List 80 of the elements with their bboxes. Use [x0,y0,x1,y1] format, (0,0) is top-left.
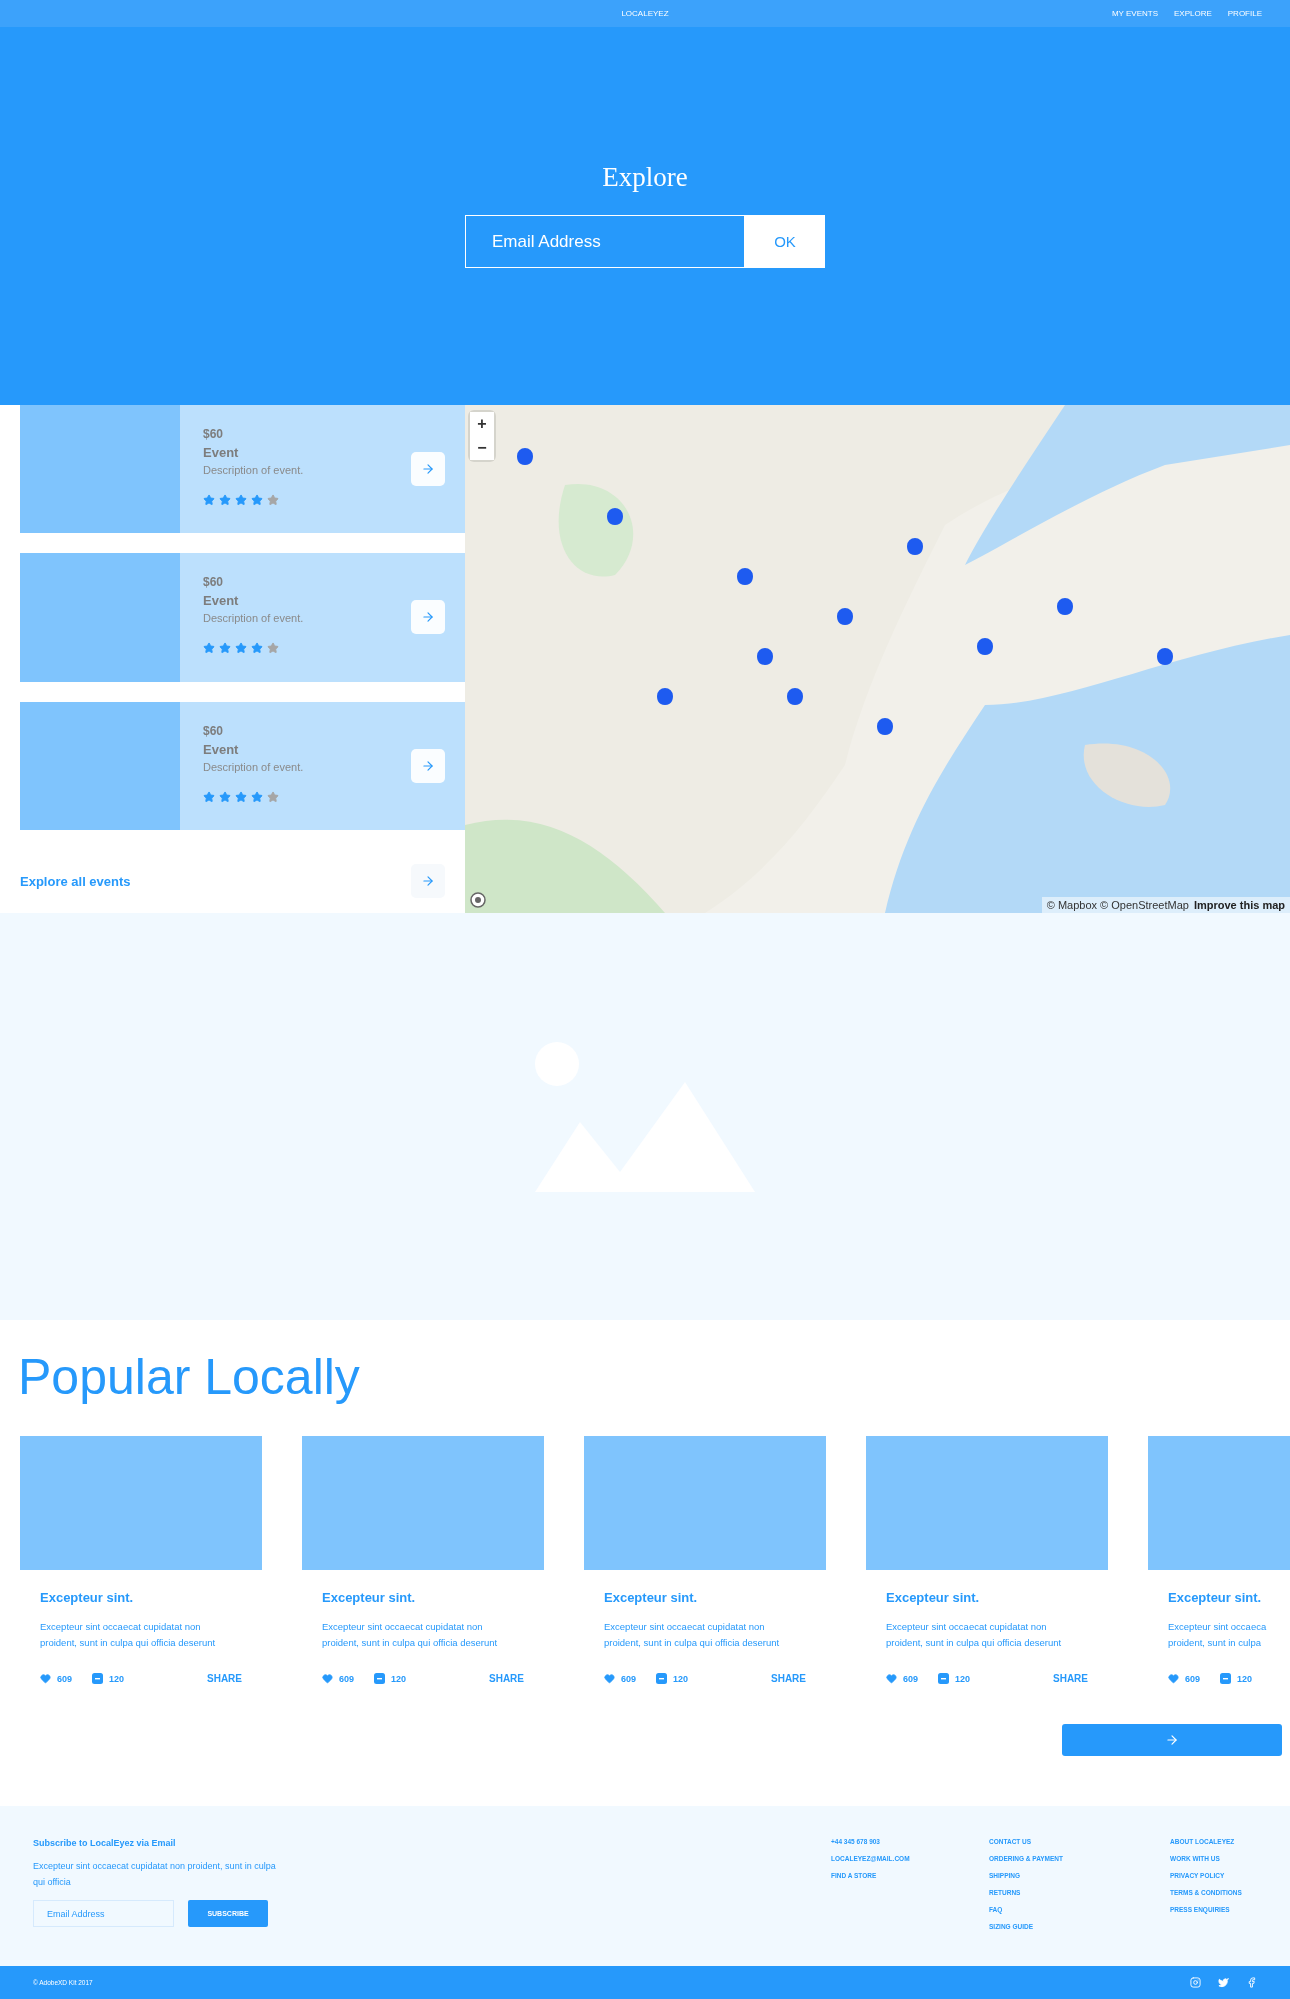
facebook-icon[interactable] [1246,1977,1257,1988]
map-logo-icon [470,892,486,908]
attribution-text: © Mapbox © OpenStreetMap [1046,899,1189,911]
star-icon [203,790,215,803]
hero-title: Explore [602,162,688,193]
comment-icon[interactable] [656,1673,668,1684]
comment-count: 120 [1237,1673,1253,1684]
card-text: Excepteur sint occaecat cupidatat non proident, sunt in culpa qui officia deserunt [886,1620,1063,1650]
star-icon [251,642,263,655]
comment-count: 120 [391,1673,407,1684]
comment-icon[interactable] [938,1673,950,1684]
arrow-button[interactable] [411,600,445,635]
card-title: Excepteur sint. [886,1590,981,1605]
event-description: Description of event. [203,612,305,625]
star-icon [219,790,231,803]
like-count: 609 [1185,1673,1201,1684]
star-icon [219,642,231,655]
star-icon [267,642,279,655]
share-link[interactable]: SHARE [1053,1673,1088,1684]
card-title: Excepteur sint. [40,1590,135,1605]
star-icon [267,790,279,803]
email-field[interactable]: Email Address [33,1900,174,1927]
twitter-icon[interactable] [1218,1977,1229,1988]
star-icon [203,642,215,655]
card-title: Excepteur sint. [322,1590,417,1605]
heart-icon[interactable] [886,1673,897,1684]
card-title: Excepteur sint. [604,1590,699,1605]
star-icon [251,494,263,506]
subscribe-title: Subscribe to LocalEyez via Email [33,1838,177,1848]
arrow-right-icon [1165,1733,1179,1747]
improve-map-link[interactable]: Improve this map [1193,899,1285,911]
comment-icon[interactable] [1220,1673,1232,1684]
star-icon [203,494,215,506]
card-title: Excepteur sint. [1168,1590,1263,1605]
event-name: Event [203,593,240,609]
event-description: Description of event. [203,464,305,476]
brand-name: LOCALEYEZ [621,9,669,18]
section-title: Popular Locally [18,1348,361,1406]
share-link[interactable]: SHARE [771,1673,806,1684]
event-price: $60 [203,575,225,590]
heart-icon[interactable] [1168,1673,1179,1684]
star-icon [267,494,279,506]
star-icon [251,790,263,803]
like-count: 609 [57,1673,73,1684]
nav-link[interactable]: EXPLORE [1173,9,1212,18]
card-text: Excepteur sint occaecat cupidatat non proident, sunt in culpa qui officia deserunt [322,1620,499,1650]
arrow-button[interactable] [411,452,445,487]
share-link[interactable]: SHARE [489,1673,524,1684]
star-icon [235,790,247,803]
instagram-icon[interactable] [1190,1977,1201,1988]
star-icon [235,494,247,506]
comment-count: 120 [109,1673,125,1684]
card-text: Excepteur sint occaecat cupidatat non proident, sunt in culpa qui officia deserunt [40,1620,217,1650]
event-price: $60 [203,427,225,441]
comment-count: 120 [673,1673,689,1684]
heart-icon[interactable] [604,1673,615,1684]
star-icon [235,642,247,655]
nav-link[interactable]: MY EVENTS [1111,9,1158,18]
nav-link[interactable]: PROFILE [1227,9,1262,18]
ok-button[interactable]: OK [745,215,825,268]
comment-icon[interactable] [374,1673,386,1684]
like-count: 609 [339,1673,355,1684]
subscribe-text: Excepteur sint occaecat cupidatat non proident, sunt in culpa qui officia [33,1860,277,1889]
card-text: Excepteur sint occaeca proident, sunt in culpa [1168,1620,1268,1650]
share-link[interactable]: SHARE [207,1673,242,1684]
event-name: Event [203,445,240,460]
heart-icon[interactable] [40,1673,51,1684]
arrow-button[interactable] [411,748,445,783]
arrow-button[interactable] [411,864,445,899]
comment-icon[interactable] [92,1673,104,1684]
heart-icon[interactable] [322,1673,333,1684]
explore-all-link[interactable]: Explore all events [20,873,131,889]
star-icon [219,494,231,506]
comment-count: 120 [955,1673,971,1684]
event-name: Event [203,741,240,757]
event-description: Description of event. [203,760,305,773]
event-price: $60 [203,723,225,738]
like-count: 609 [621,1673,637,1684]
card-text: Excepteur sint occaecat cupidatat non proident, sunt in culpa qui officia deserunt [604,1620,781,1650]
like-count: 609 [903,1673,919,1684]
